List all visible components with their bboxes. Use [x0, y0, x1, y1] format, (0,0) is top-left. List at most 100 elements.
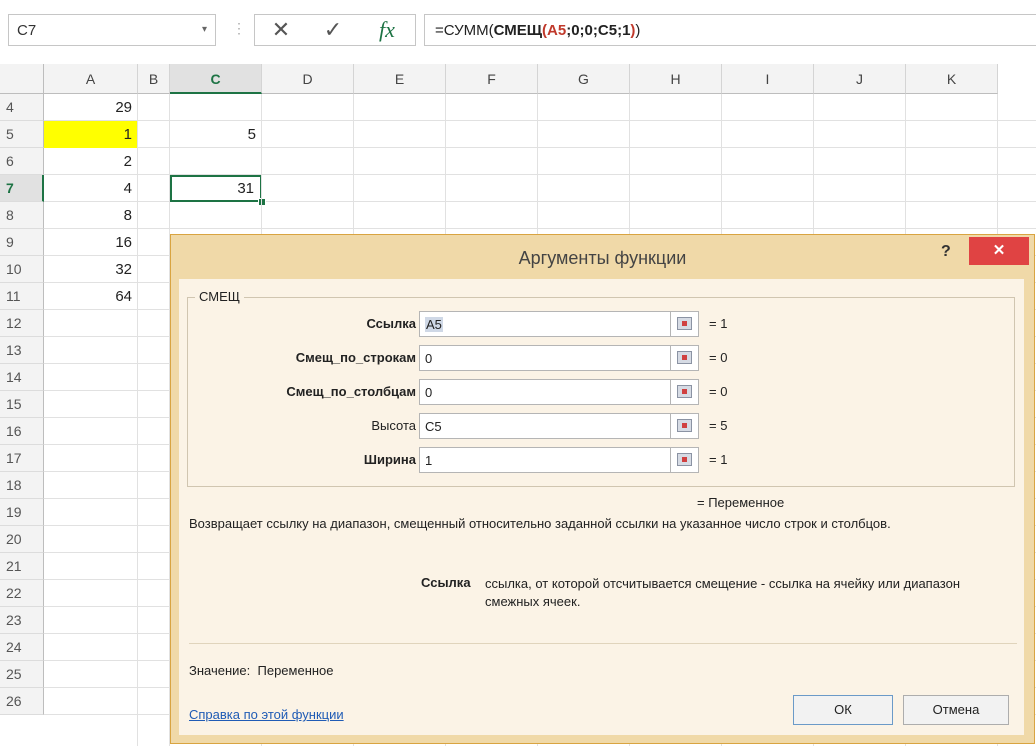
- argument-result: = 0: [709, 384, 728, 399]
- row-header-11[interactable]: 11: [0, 283, 44, 310]
- cell-a8[interactable]: 8: [44, 202, 138, 229]
- column-header-e[interactable]: E: [354, 64, 446, 94]
- name-box[interactable]: C7 ▾: [8, 14, 216, 46]
- column-header-j[interactable]: J: [814, 64, 906, 94]
- column-header-a[interactable]: A: [44, 64, 138, 94]
- argument-input[interactable]: C5: [419, 413, 671, 439]
- row-header-5[interactable]: 5: [0, 121, 44, 148]
- cancel-formula-icon[interactable]: ✕: [261, 15, 301, 45]
- close-icon[interactable]: ✕: [969, 237, 1029, 265]
- row-header-16[interactable]: 16: [0, 418, 44, 445]
- value-text: Переменное: [257, 663, 334, 678]
- cell-c7[interactable]: 31: [170, 175, 262, 202]
- row-header-10[interactable]: 10: [0, 256, 44, 283]
- value-line: Значение: Переменное: [189, 663, 334, 678]
- formula-buttons: ✕ ✓ fx: [254, 14, 416, 46]
- function-name-label: СМЕЩ: [195, 289, 244, 304]
- collapse-dialog-icon[interactable]: [671, 345, 699, 371]
- argument-row: Высота C5 = 5: [179, 413, 1024, 439]
- select-all-corner[interactable]: [0, 64, 44, 94]
- formula-prefix: =СУММ(: [435, 22, 494, 39]
- cell-a9[interactable]: 16: [44, 229, 138, 256]
- column-header-f[interactable]: F: [446, 64, 538, 94]
- argument-result: = 0: [709, 350, 728, 365]
- formula-tail: ;1: [617, 22, 631, 39]
- cell-a4[interactable]: 29: [44, 94, 138, 121]
- argument-label: Смещ_по_строкам: [295, 350, 416, 365]
- row-header-13[interactable]: 13: [0, 337, 44, 364]
- name-box-dropdown-icon[interactable]: ▾: [202, 24, 207, 35]
- collapse-dialog-icon[interactable]: [671, 379, 699, 405]
- argument-label: Ссылка: [366, 316, 416, 331]
- function-result: = Переменное: [697, 495, 785, 510]
- cell-a10[interactable]: 32: [44, 256, 138, 283]
- collapse-dialog-icon[interactable]: [671, 311, 699, 337]
- row-header-22[interactable]: 22: [0, 580, 44, 607]
- row-header-4[interactable]: 4: [0, 94, 44, 121]
- collapse-dialog-icon[interactable]: [671, 447, 699, 473]
- argument-input[interactable]: 1: [419, 447, 671, 473]
- row-header-6[interactable]: 6: [0, 148, 44, 175]
- dialog-titlebar[interactable]: Аргументы функции ? ✕: [171, 235, 1034, 279]
- value-label: Значение:: [189, 663, 251, 678]
- cell-a6[interactable]: 2: [44, 148, 138, 175]
- dialog-body: СМЕЩ Ссылка A5 = 1 Смещ_по_строкам 0 = 0 Смещ_…: [179, 279, 1024, 735]
- column-header-h[interactable]: H: [630, 64, 722, 94]
- formula-args: ;0;0;: [566, 22, 598, 39]
- column-header-k[interactable]: K: [906, 64, 998, 94]
- sheet-row[interactable]: [44, 94, 1036, 121]
- argument-result: = 1: [709, 316, 728, 331]
- argument-row: Смещ_по_строкам 0 = 0: [179, 345, 1024, 371]
- column-header-d[interactable]: D: [262, 64, 354, 94]
- row-header-9[interactable]: 9: [0, 229, 44, 256]
- cell-c5[interactable]: 5: [170, 121, 262, 148]
- row-header-14[interactable]: 14: [0, 364, 44, 391]
- enter-formula-icon[interactable]: ✓: [313, 15, 353, 45]
- cell-a11[interactable]: 64: [44, 283, 138, 310]
- sheet-row[interactable]: [44, 148, 1036, 175]
- row-header-17[interactable]: 17: [0, 445, 44, 472]
- help-icon[interactable]: ?: [941, 243, 951, 261]
- dialog-title: Аргументы функции: [518, 248, 687, 268]
- row-header-25[interactable]: 25: [0, 661, 44, 688]
- row-header-24[interactable]: 24: [0, 634, 44, 661]
- row-header-8[interactable]: 8: [0, 202, 44, 229]
- argument-result: = 5: [709, 418, 728, 433]
- row-header-21[interactable]: 21: [0, 553, 44, 580]
- row-header-15[interactable]: 15: [0, 391, 44, 418]
- row-header-12[interactable]: 12: [0, 310, 44, 337]
- column-gridline: [137, 94, 138, 746]
- argument-input[interactable]: 0: [419, 379, 671, 405]
- argument-row: Ссылка A5 = 1: [179, 311, 1024, 337]
- row-header-23[interactable]: 23: [0, 607, 44, 634]
- argument-row: Ширина 1 = 1: [179, 447, 1024, 473]
- argument-label: Ширина: [363, 452, 416, 467]
- collapse-dialog-icon[interactable]: [671, 413, 699, 439]
- row-header-26[interactable]: 26: [0, 688, 44, 715]
- cell-a7[interactable]: 4: [44, 175, 138, 202]
- argument-input[interactable]: A5: [419, 311, 671, 337]
- row-header-20[interactable]: 20: [0, 526, 44, 553]
- function-description: Возвращает ссылку на диапазон, смещенный…: [189, 516, 891, 531]
- argument-description-name: Ссылка: [421, 575, 471, 590]
- column-header-i[interactable]: I: [722, 64, 814, 94]
- formula-text: =СУММ(СМЕЩ(A5;0;0;C5;1)): [435, 22, 640, 39]
- argument-input[interactable]: 0: [419, 345, 671, 371]
- row-header-18[interactable]: 18: [0, 472, 44, 499]
- cell-a5[interactable]: 1: [44, 121, 138, 148]
- sheet-row[interactable]: [44, 202, 1036, 229]
- row-header-7[interactable]: 7: [0, 175, 44, 202]
- argument-row: Смещ_по_столбцам 0 = 0: [179, 379, 1024, 405]
- argument-label: Высота: [371, 418, 416, 433]
- column-header-c[interactable]: C: [170, 64, 262, 94]
- column-header-b[interactable]: B: [138, 64, 170, 94]
- formula-input[interactable]: =СУММ(СМЕЩ(A5;0;0;C5;1)): [424, 14, 1036, 46]
- formula-ref-c5: C5: [597, 22, 618, 39]
- row-header-19[interactable]: 19: [0, 499, 44, 526]
- column-header-g[interactable]: G: [538, 64, 630, 94]
- ok-button[interactable]: ОК: [793, 695, 893, 725]
- insert-function-icon[interactable]: fx: [367, 15, 407, 45]
- function-help-link[interactable]: Справка по этой функции: [189, 707, 344, 722]
- cancel-button[interactable]: Отмена: [903, 695, 1009, 725]
- formula-ref-a5: A5: [547, 22, 567, 39]
